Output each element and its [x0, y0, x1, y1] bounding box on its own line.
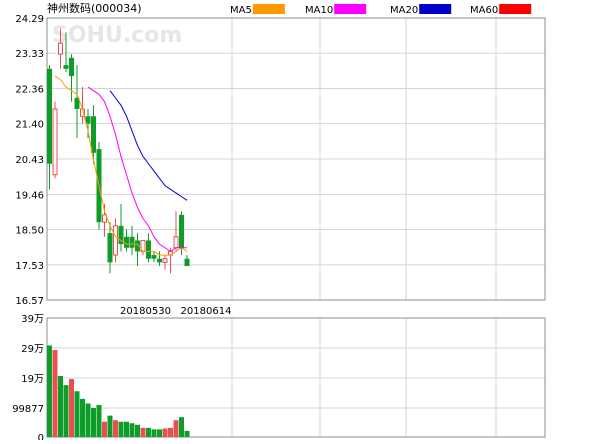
date-tick-label: 20180530: [120, 306, 171, 317]
legend-label: MA60: [470, 5, 498, 16]
chart-title: 神州数码(000034): [47, 1, 142, 15]
price-tick-label: 21.40: [15, 120, 44, 131]
volume-bar: [184, 430, 190, 437]
price-tick-label: 23.33: [15, 49, 44, 60]
volume-tick-label: 29万: [21, 344, 44, 355]
date-tick-label: 20180614: [181, 306, 232, 317]
candle-body: [69, 57, 74, 77]
volume-bar: [157, 429, 162, 437]
volume-bar: [151, 429, 157, 437]
volume-bar: [85, 403, 91, 437]
legend-swatch: [419, 4, 452, 14]
candle-body: [47, 68, 52, 164]
candle-body: [151, 255, 157, 259]
chart-canvas: SOHU.com 神州数码(000034) MA5 MA10 MA20 MA60 24…: [0, 0, 600, 444]
price-tick-label: 19.46: [15, 190, 44, 201]
volume-bar: [107, 415, 113, 437]
candle-body: [58, 42, 63, 55]
volume-bar: [102, 421, 107, 437]
volume-bar: [168, 427, 173, 437]
volume-bar: [58, 375, 63, 437]
volume-bar: [69, 379, 74, 437]
volume-bar: [63, 385, 69, 437]
price-axis: 24.29 23.33 22.36 21.40 20.43 19.46 18.50 17.53…: [15, 14, 44, 307]
volume-bar: [162, 428, 168, 437]
candle-body: [52, 108, 58, 176]
volume-bar: [124, 421, 129, 437]
price-tick-label: 18.50: [15, 226, 44, 237]
candle: [52, 101, 58, 179]
candle-body: [91, 116, 96, 153]
volume-bar: [129, 423, 135, 437]
candle-body: [173, 236, 179, 249]
volume-tick-label: 39万: [21, 314, 44, 325]
volume-bar: [140, 427, 146, 437]
volume-tick-label: 19万: [21, 374, 44, 385]
volume-bar: [96, 404, 102, 437]
price-tick-label: 17.53: [15, 261, 44, 272]
volume-bar: [74, 391, 80, 437]
volume-tick-label: 0: [38, 433, 44, 440]
price-tick-label: 22.36: [15, 85, 44, 96]
candle-body: [124, 236, 129, 248]
volume-bar: [179, 417, 184, 437]
candle-body: [162, 258, 168, 263]
candle-body: [113, 225, 118, 256]
stock-chart: SOHU.com 神州数码(000034) MA5 MA10 MA20 MA60 24…: [0, 0, 600, 444]
legend-label: MA20: [390, 5, 418, 16]
candle-body: [129, 236, 135, 248]
volume-bar: [80, 398, 85, 437]
legend-label: MA10: [305, 5, 333, 16]
price-tick-label: 24.29: [15, 14, 44, 25]
legend-swatch: [499, 4, 532, 14]
candle-body: [107, 233, 113, 263]
candle-body: [63, 65, 69, 69]
volume-bar: [47, 345, 52, 437]
volume-bar: [113, 420, 118, 437]
volume-tick-label: 99877: [12, 404, 44, 415]
volume-bar: [135, 424, 140, 437]
legend-swatch: [252, 4, 285, 14]
candle-body: [184, 258, 190, 267]
candle-body: [179, 214, 184, 248]
candle-body: [157, 258, 162, 263]
volume-bar: [173, 420, 179, 437]
price-tick-label: 16.57: [15, 296, 44, 307]
volume-bar: [118, 421, 124, 437]
legend-swatch: [334, 4, 367, 14]
volume-bar: [146, 427, 151, 437]
volume-bar: [52, 350, 58, 437]
watermark-text: SOHU.com: [52, 23, 182, 48]
volume-bar: [91, 408, 96, 437]
candle-body: [146, 240, 151, 259]
price-tick-label: 20.43: [15, 155, 44, 166]
legend-label: MA5: [230, 5, 252, 16]
